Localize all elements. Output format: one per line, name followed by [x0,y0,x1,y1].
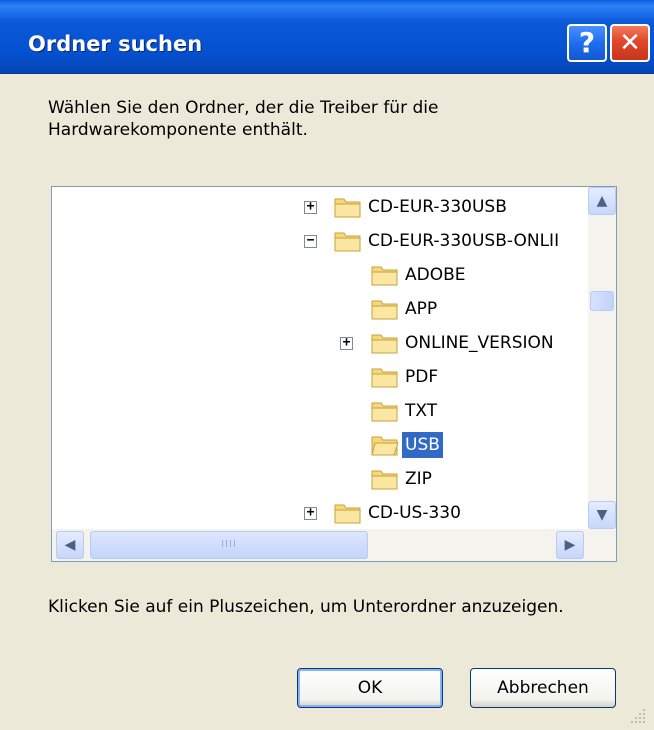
folder-open-icon [371,436,399,456]
folder-icon [371,266,398,286]
folder-icon [371,368,398,388]
horizontal-scroll-thumb[interactable]: IIII [90,531,368,559]
tree-item-label-selected[interactable]: USB [402,432,443,458]
close-button[interactable]: ✕ [610,24,650,62]
tree-item-label[interactable]: APP [402,296,440,322]
scroll-right-icon[interactable]: ▶ [556,531,584,559]
tree-item-label[interactable]: CD-US-330 [365,500,464,526]
folder-icon [371,300,398,320]
hint-text: Klicken Sie auf ein Pluszeichen, um Unte… [48,597,564,617]
window-title: Ordner suchen [28,32,203,56]
tree-item-label[interactable]: CD-EUR-330USB-ONLII [365,228,562,254]
tree-item-label[interactable]: TXT [402,398,440,424]
folder-icon [371,470,398,490]
folder-icon [371,334,398,354]
collapse-icon[interactable]: − [304,234,317,248]
horizontal-scrollbar[interactable]: ◀ IIII ▶ [52,529,588,561]
tree-item-label[interactable]: ZIP [402,466,435,492]
tree-item-label[interactable]: CD-EUR-330USB [365,194,510,220]
tree-item-label[interactable]: ONLINE_VERSION [402,330,557,356]
expand-icon[interactable]: + [340,336,353,350]
scroll-up-icon[interactable]: ▲ [588,187,616,215]
tree-item-label[interactable]: PDF [402,364,441,390]
vertical-scroll-thumb[interactable] [590,291,614,311]
cancel-button[interactable]: Abbrechen [470,668,616,708]
instructions-text: Wählen Sie den Ordner, der die Treiber f… [48,98,439,140]
folder-tree[interactable]: + CD-EUR-330USB − CD-EUR-330USB-ONLII AD… [51,186,617,562]
ok-button[interactable]: OK [297,668,443,708]
expand-icon[interactable]: + [304,200,317,214]
folder-icon [371,402,398,422]
folder-icon [334,504,361,524]
scrollbar-corner [588,529,616,561]
folder-icon [334,232,361,252]
resize-grip-icon[interactable] [628,706,648,726]
scroll-down-icon[interactable]: ▼ [588,501,616,529]
tree-item-label[interactable]: ADOBE [402,262,469,288]
help-button[interactable]: ? [567,24,607,62]
expand-icon[interactable]: + [304,506,317,520]
folder-icon [334,198,361,218]
vertical-scrollbar[interactable]: ▲ ▼ [588,187,616,529]
scroll-left-icon[interactable]: ◀ [56,531,84,559]
title-bar: Ordner suchen ? ✕ [0,0,654,74]
